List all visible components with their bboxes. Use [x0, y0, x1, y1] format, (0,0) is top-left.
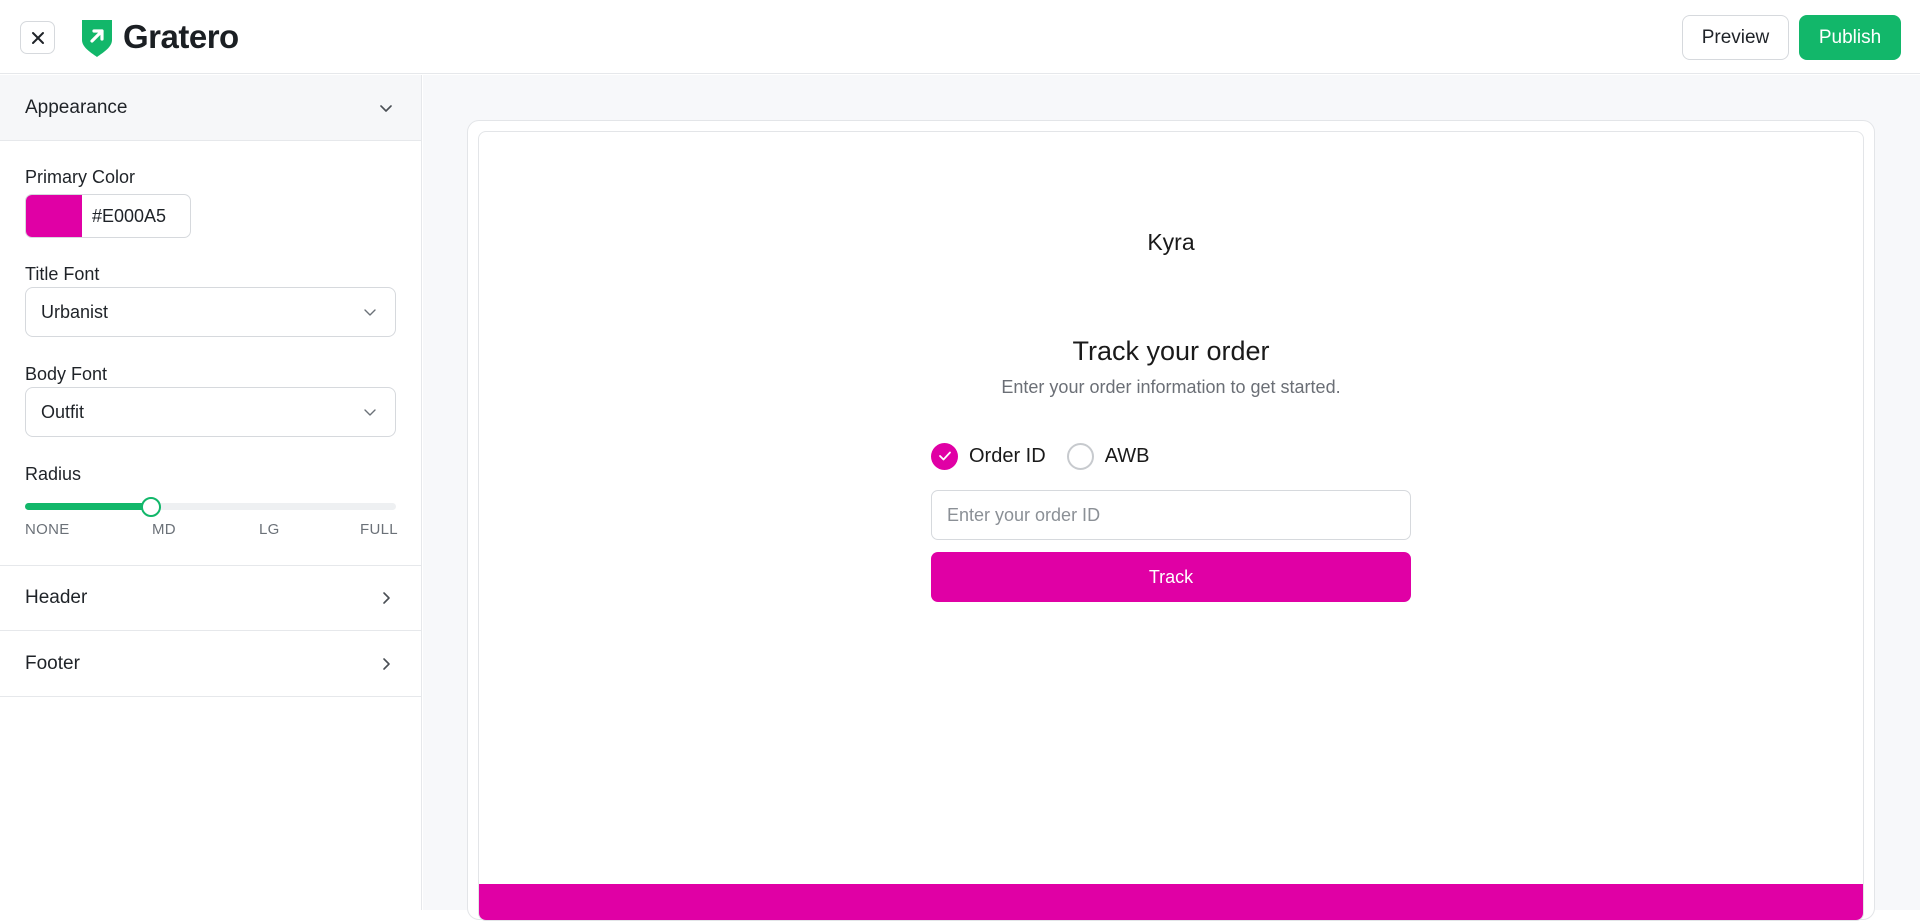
footer-section-title: Footer [25, 652, 80, 674]
primary-color-picker[interactable]: #E000A5 [25, 194, 191, 238]
chevron-down-icon [364, 309, 376, 316]
radius-slider-thumb[interactable] [141, 497, 162, 517]
primary-color-hex[interactable]: #E000A5 [82, 195, 190, 237]
title-font-label: Title Font [25, 264, 100, 284]
appearance-section-toggle[interactable]: Appearance [0, 75, 421, 141]
primary-color-swatch[interactable] [26, 195, 82, 237]
title-font-value: Urbanist [41, 301, 109, 322]
store-name: Kyra [1147, 229, 1195, 255]
track-button[interactable]: Track [931, 552, 1411, 602]
footer-section-toggle[interactable]: Footer [0, 631, 421, 697]
header-section-title: Header [25, 587, 88, 608]
radius-tick-md: MD [152, 521, 176, 538]
top-bar: Gratero Preview Publish [0, 0, 1920, 74]
settings-sidebar: Appearance Primary Color #E000A5 Title F… [0, 75, 422, 910]
checkmark-icon [938, 451, 951, 461]
body-font-value: Outfit [41, 401, 85, 422]
chevron-right-icon [383, 657, 390, 670]
awb-label[interactable]: AWB [1105, 445, 1150, 468]
body-font-select[interactable]: Outfit [25, 387, 396, 437]
order-id-radio[interactable] [931, 442, 958, 470]
title-font-select[interactable]: Urbanist [25, 287, 396, 337]
lookup-type-options: Order ID AWB [931, 441, 1150, 471]
track-subtitle: Enter your order information to get star… [1001, 377, 1341, 397]
radius-tick-none: NONE [25, 521, 70, 538]
radius-tick-lg: LG [259, 521, 280, 538]
close-button[interactable] [20, 21, 55, 54]
chevron-down-icon [380, 104, 392, 112]
radius-slider[interactable] [25, 497, 396, 517]
awb-radio[interactable] [1066, 442, 1094, 470]
radius-slider-fill [25, 503, 152, 510]
preview-button[interactable]: Preview [1682, 15, 1789, 60]
chevron-down-icon [364, 409, 376, 416]
track-title: Track your order [1072, 336, 1270, 366]
radius-label: Radius [25, 464, 82, 484]
preview-footer-band [479, 884, 1863, 920]
publish-button[interactable]: Publish [1799, 15, 1901, 60]
brand-logo: Gratero [79, 16, 239, 58]
radius-tick-full: FULL [360, 521, 398, 538]
close-icon [31, 31, 44, 44]
order-id-label[interactable]: Order ID [969, 445, 1046, 468]
brand-name: Gratero [123, 18, 239, 55]
header-section-toggle[interactable]: Header [0, 565, 421, 631]
primary-color-label: Primary Color [25, 167, 136, 187]
gratero-logo-icon [82, 20, 112, 57]
tracking-page-preview: Kyra Track your order Enter your order i… [478, 131, 1864, 921]
chevron-right-icon [383, 592, 390, 604]
order-id-input[interactable] [931, 490, 1411, 540]
body-font-label: Body Font [25, 364, 108, 384]
appearance-section-title: Appearance [25, 96, 128, 118]
